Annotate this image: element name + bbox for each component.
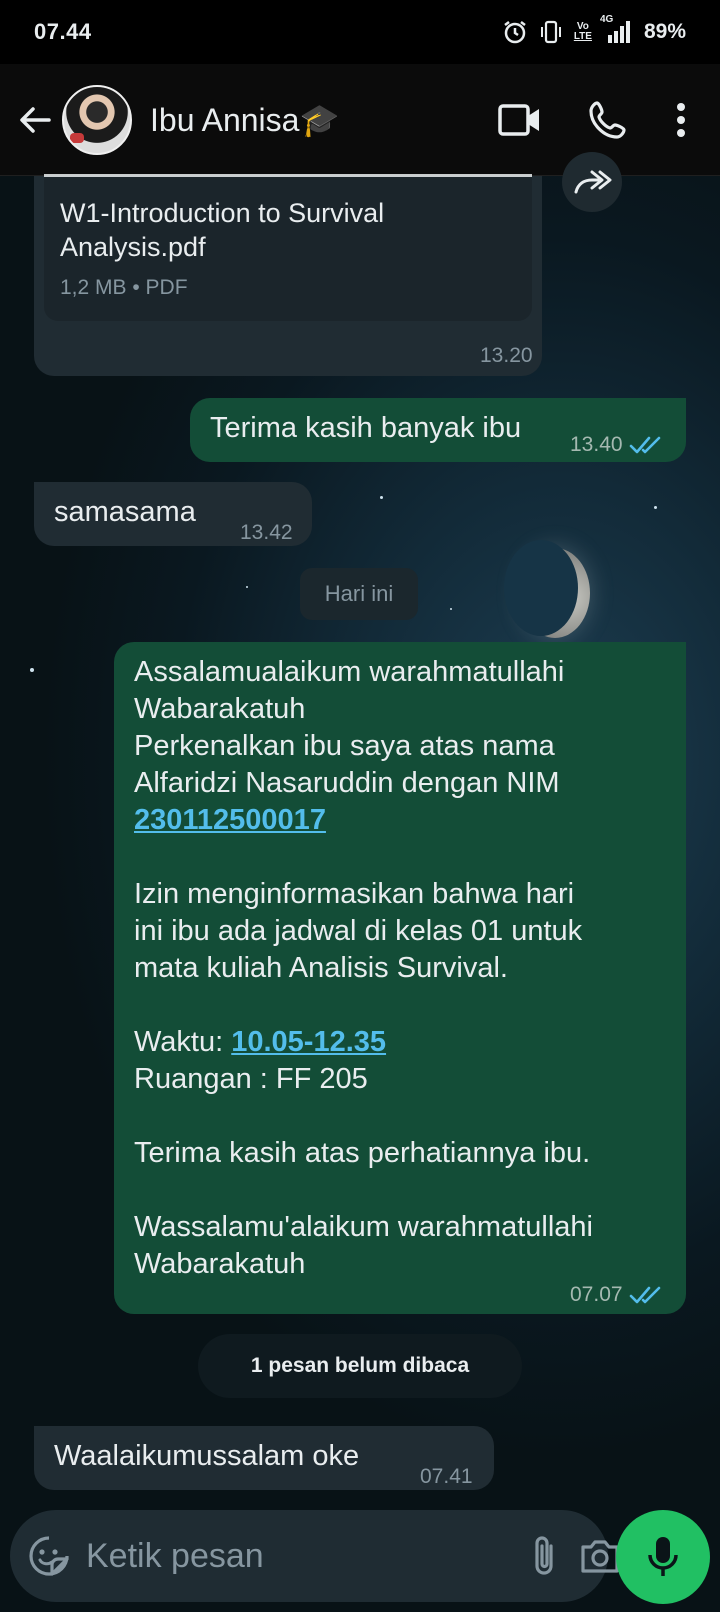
message-text: samasama [54,496,196,528]
read-ticks-icon [629,436,660,453]
message-line: Wassalamu'alaikum warahmatullahi [134,1211,593,1243]
message-body: Assalamualaikum warahmatullahi Wabarakat… [134,654,674,1283]
forward-icon [574,170,612,194]
back-arrow-icon [20,106,51,133]
attach-icon [535,1536,553,1575]
phone-icon [589,100,626,139]
volte-label-bottom: LTE [573,31,592,42]
document-file-meta: 1,2 MB • PDF [60,276,188,299]
message-meta: 13.40 [570,426,663,463]
video-call-button[interactable] [490,90,550,150]
sticker-icon [29,1536,69,1576]
incoming-message[interactable]: Waalaikumussalam oke 07.41 [34,1426,494,1490]
message-line: Ruangan : FF 205 [134,1063,368,1095]
message-time: 13.20 [480,344,533,367]
unread-divider: 1 pesan belum dibaca [198,1334,522,1398]
message-line: Terima kasih atas perhatiannya ibu. [134,1137,591,1169]
nim-link[interactable]: 230112500017 [134,804,326,836]
alarm-icon [502,19,528,45]
status-icons: Vo LTE 4G 89% [502,15,686,45]
back-button[interactable] [8,90,62,150]
message-line: Alfaridzi Nasaruddin dengan NIM [134,767,560,799]
waktu-label: Waktu: [134,1026,232,1058]
contact-name[interactable]: Ibu Annisa🎓 [150,101,490,139]
message-line: ini ibu ada jadwal di kelas 01 untuk [134,915,583,947]
attach-button[interactable] [529,1526,559,1586]
wallpaper-star [450,608,452,610]
outgoing-message[interactable]: Terima kasih banyak ibu 13.40 [190,398,686,462]
status-time: 07.44 [34,19,92,44]
day-divider: Hari ini [300,568,418,620]
read-ticks-icon [629,1286,660,1303]
document-file-name[interactable]: W1-Introduction to Survival Analysis.pdf [60,196,480,264]
incoming-message[interactable]: samasama 13.42 [34,482,312,546]
message-line: Perkenalkan ibu saya atas nama [134,730,555,762]
message-time: 13.40 [570,433,623,456]
forward-button[interactable] [562,152,622,212]
message-composer [10,1510,619,1602]
outgoing-message-long[interactable]: Assalamualaikum warahmatullahi Wabarakat… [114,642,686,1314]
message-text: Terima kasih banyak ibu [210,412,522,444]
message-line: Wabarakatuh [134,693,306,725]
volte-icon: Vo LTE [574,22,592,42]
contact-avatar[interactable] [62,84,132,155]
message-time: 07.07 [570,1283,623,1306]
time-range-link[interactable]: 10.05-12.35 [231,1026,386,1058]
signal-icon: 4G [600,15,634,45]
wallpaper-star [654,506,657,509]
message-line: mata kuliah Analisis Survival. [134,952,508,984]
wallpaper-star [30,668,34,672]
message-text: Waalaikumussalam oke [54,1440,360,1472]
message-line: Izin menginformasikan bahwa hari [134,878,575,910]
more-options-button[interactable] [666,90,696,150]
wallpaper-star [380,496,383,499]
message-input[interactable] [86,1526,529,1586]
document-preview-edge [44,174,532,177]
battery-percentage: 89% [643,20,686,43]
mic-icon [648,1537,678,1576]
message-line: Assalamualaikum warahmatullahi [134,656,565,688]
wallpaper-star [246,586,248,588]
voice-call-button[interactable] [578,90,638,150]
status-bar: 07.44 Vo LTE 4G 89% [0,0,720,64]
network-type-label: 4G [599,14,614,25]
camera-icon [581,1540,619,1573]
message-time: 13.42 [240,521,293,544]
more-vert-icon [677,102,685,137]
message-meta: 07.07 [570,1276,663,1313]
camera-button[interactable] [579,1526,621,1586]
video-call-icon [498,103,539,136]
message-time: 07.41 [420,1465,473,1488]
voice-message-button[interactable] [616,1510,710,1604]
wallpaper-moon-shadow [504,540,578,636]
vibrate-icon [538,19,564,45]
sticker-button[interactable] [28,1526,70,1586]
